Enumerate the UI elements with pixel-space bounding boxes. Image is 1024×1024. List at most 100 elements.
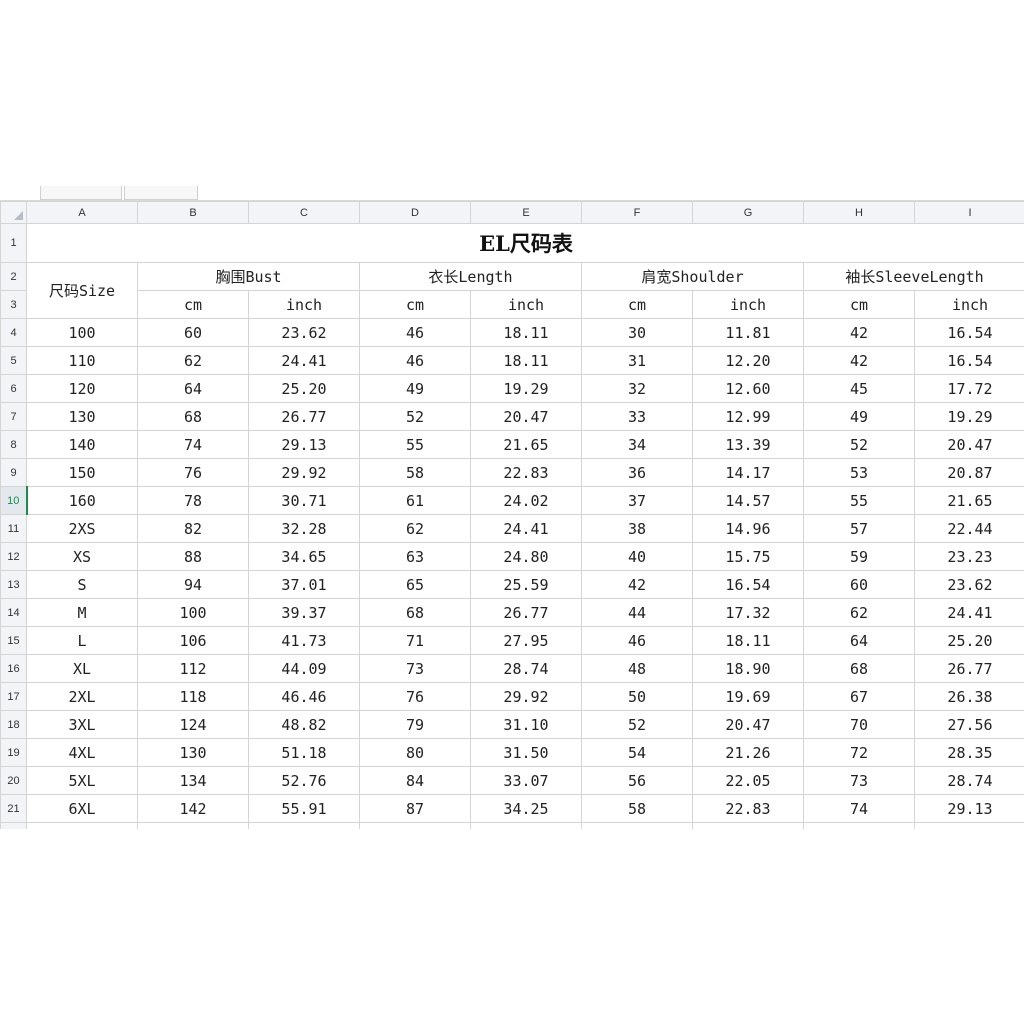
value-cell[interactable]: 12.20: [692, 346, 804, 375]
value-cell[interactable]: 30: [581, 318, 693, 347]
value-cell[interactable]: 68: [359, 598, 471, 627]
value-cell[interactable]: 88: [137, 542, 249, 571]
value-cell[interactable]: 14.57: [692, 486, 804, 515]
size-cell[interactable]: 150: [26, 458, 138, 487]
value-cell[interactable]: 29.92: [248, 458, 360, 487]
value-cell[interactable]: 64: [137, 374, 249, 403]
value-cell[interactable]: 13.39: [692, 430, 804, 459]
value-cell[interactable]: 50: [581, 682, 693, 711]
value-cell[interactable]: 18.11: [470, 346, 582, 375]
value-cell[interactable]: 134: [137, 766, 249, 795]
column-header-i[interactable]: I: [914, 201, 1024, 224]
unit-cell[interactable]: cm: [581, 290, 693, 319]
value-cell[interactable]: 31: [581, 346, 693, 375]
value-cell[interactable]: 33.07: [470, 766, 582, 795]
value-cell[interactable]: 24.02: [470, 486, 582, 515]
value-cell[interactable]: 21.65: [470, 430, 582, 459]
row-header[interactable]: 8: [0, 430, 27, 459]
empty-cell[interactable]: [581, 822, 693, 829]
value-cell[interactable]: 41.73: [248, 626, 360, 655]
unit-cell[interactable]: cm: [359, 290, 471, 319]
value-cell[interactable]: 33: [581, 402, 693, 431]
value-cell[interactable]: 15.75: [692, 542, 804, 571]
value-cell[interactable]: 26.77: [470, 598, 582, 627]
value-cell[interactable]: 28.35: [914, 738, 1024, 767]
value-cell[interactable]: 49: [803, 402, 915, 431]
value-cell[interactable]: 48: [581, 654, 693, 683]
row-header[interactable]: 5: [0, 346, 27, 375]
value-cell[interactable]: 51.18: [248, 738, 360, 767]
value-cell[interactable]: 21.26: [692, 738, 804, 767]
value-cell[interactable]: 57: [803, 514, 915, 543]
column-header-h[interactable]: H: [803, 201, 915, 224]
value-cell[interactable]: 24.41: [470, 514, 582, 543]
value-cell[interactable]: 44.09: [248, 654, 360, 683]
column-header-b[interactable]: B: [137, 201, 249, 224]
row-header[interactable]: 10: [0, 486, 28, 515]
name-box-fragment[interactable]: [40, 186, 122, 200]
size-cell[interactable]: S: [26, 570, 138, 599]
size-cell[interactable]: M: [26, 598, 138, 627]
value-cell[interactable]: 32.28: [248, 514, 360, 543]
value-cell[interactable]: 29.92: [470, 682, 582, 711]
value-cell[interactable]: 27.95: [470, 626, 582, 655]
value-cell[interactable]: 82: [137, 514, 249, 543]
value-cell[interactable]: 68: [803, 654, 915, 683]
value-cell[interactable]: 12.60: [692, 374, 804, 403]
value-cell[interactable]: 17.72: [914, 374, 1024, 403]
column-header-d[interactable]: D: [359, 201, 471, 224]
row-header[interactable]: 15: [0, 626, 27, 655]
value-cell[interactable]: 45: [803, 374, 915, 403]
size-cell[interactable]: XL: [26, 654, 138, 683]
column-header-e[interactable]: E: [470, 201, 582, 224]
empty-cell[interactable]: [359, 822, 471, 829]
unit-cell[interactable]: inch: [914, 290, 1024, 319]
value-cell[interactable]: 12.99: [692, 402, 804, 431]
value-cell[interactable]: 73: [359, 654, 471, 683]
value-cell[interactable]: 42: [581, 570, 693, 599]
value-cell[interactable]: 46: [359, 318, 471, 347]
sheet-title-cell[interactable]: EL尺码表: [26, 223, 1024, 263]
value-cell[interactable]: 87: [359, 794, 471, 823]
value-cell[interactable]: 28.74: [470, 654, 582, 683]
value-cell[interactable]: 31.10: [470, 710, 582, 739]
value-cell[interactable]: 112: [137, 654, 249, 683]
value-cell[interactable]: 80: [359, 738, 471, 767]
value-cell[interactable]: 19.29: [470, 374, 582, 403]
value-cell[interactable]: 62: [137, 346, 249, 375]
value-cell[interactable]: 37: [581, 486, 693, 515]
value-cell[interactable]: 55: [803, 486, 915, 515]
value-cell[interactable]: 23.62: [248, 318, 360, 347]
value-cell[interactable]: 26.38: [914, 682, 1024, 711]
empty-cell[interactable]: [692, 822, 804, 829]
value-cell[interactable]: 16.54: [914, 346, 1024, 375]
value-cell[interactable]: 56: [581, 766, 693, 795]
value-cell[interactable]: 29.13: [914, 794, 1024, 823]
value-cell[interactable]: 16.54: [914, 318, 1024, 347]
value-cell[interactable]: 18.11: [692, 626, 804, 655]
value-cell[interactable]: 72: [803, 738, 915, 767]
row-header[interactable]: 9: [0, 458, 27, 487]
size-cell[interactable]: 140: [26, 430, 138, 459]
size-cell[interactable]: 4XL: [26, 738, 138, 767]
empty-cell[interactable]: [137, 822, 249, 829]
value-cell[interactable]: 37.01: [248, 570, 360, 599]
value-cell[interactable]: 20.87: [914, 458, 1024, 487]
row-header[interactable]: 3: [0, 290, 27, 319]
value-cell[interactable]: 11.81: [692, 318, 804, 347]
value-cell[interactable]: 58: [581, 794, 693, 823]
value-cell[interactable]: 30.71: [248, 486, 360, 515]
value-cell[interactable]: 70: [803, 710, 915, 739]
value-cell[interactable]: 44: [581, 598, 693, 627]
value-cell[interactable]: 22.83: [470, 458, 582, 487]
value-cell[interactable]: 59: [803, 542, 915, 571]
value-cell[interactable]: 52: [803, 430, 915, 459]
value-cell[interactable]: 25.20: [914, 626, 1024, 655]
empty-cell[interactable]: [803, 822, 915, 829]
value-cell[interactable]: 24.41: [248, 346, 360, 375]
group-header-shoulder[interactable]: 肩宽Shoulder: [581, 262, 804, 291]
value-cell[interactable]: 29.13: [248, 430, 360, 459]
value-cell[interactable]: 73: [803, 766, 915, 795]
value-cell[interactable]: 52: [581, 710, 693, 739]
column-header-c[interactable]: C: [248, 201, 360, 224]
